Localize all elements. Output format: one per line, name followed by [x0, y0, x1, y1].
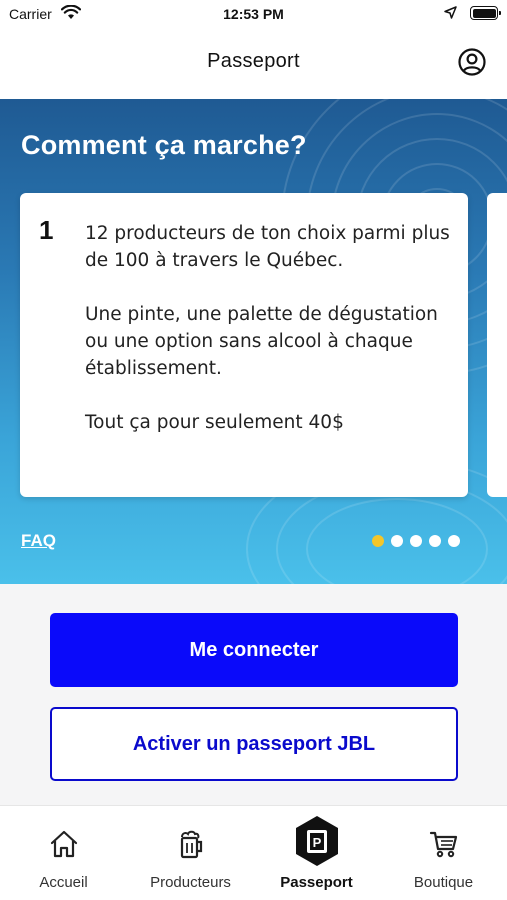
home-icon: [50, 830, 77, 858]
tab-bar: Accueil Producteurs P Passeport Boutique: [0, 805, 507, 900]
tab-label: Accueil: [39, 874, 88, 891]
login-button[interactable]: Me connecter: [50, 613, 458, 687]
step-paragraph: Tout ça pour seulement 40$: [85, 412, 344, 433]
pager-dot[interactable]: [410, 535, 422, 547]
tab-boutique[interactable]: Boutique: [380, 806, 507, 900]
pager-dot[interactable]: [372, 535, 384, 547]
user-circle-icon[interactable]: [458, 48, 486, 76]
pager-dot[interactable]: [391, 535, 403, 547]
tab-passeport[interactable]: P Passeport: [253, 806, 380, 900]
clock: 12:53 PM: [223, 6, 284, 22]
passport-badge-icon: P: [295, 816, 338, 866]
step-card[interactable]: 1 12 producteurs de ton choix parmi plus…: [20, 193, 468, 497]
tab-producteurs[interactable]: Producteurs: [127, 806, 254, 900]
page-title: Passeport: [207, 50, 300, 72]
step-description: 12 producteurs de ton choix parmi plus d…: [85, 220, 455, 463]
step-number: 1: [39, 215, 54, 245]
cart-icon: [429, 831, 457, 858]
battery-icon: [470, 6, 501, 20]
svg-text:P: P: [312, 835, 321, 850]
tab-label: Producteurs: [150, 874, 231, 891]
step-paragraph: 12 producteurs de ton choix parmi plus d…: [85, 223, 450, 271]
pager-dots: [372, 535, 460, 547]
nav-header: Passeport: [0, 30, 507, 99]
section-title: Comment ça marche?: [21, 130, 307, 160]
faq-link[interactable]: FAQ: [21, 531, 56, 551]
status-bar: Carrier 12:53 PM: [0, 0, 507, 30]
pager-dot[interactable]: [448, 535, 460, 547]
how-it-works-section: Comment ça marche? 1 12 producteurs de t…: [0, 99, 507, 584]
beer-mug-icon: [180, 830, 202, 859]
step-paragraph: Une pinte, une palette de dégustation ou…: [85, 304, 438, 379]
pager-dot[interactable]: [429, 535, 441, 547]
tab-label: Passeport: [280, 874, 353, 891]
location-arrow-icon: [444, 6, 457, 19]
tab-label: Boutique: [413, 874, 474, 891]
activate-passport-button[interactable]: Activer un passeport JBL: [50, 707, 458, 781]
tab-accueil[interactable]: Accueil: [0, 806, 127, 900]
next-step-card[interactable]: [487, 193, 507, 497]
